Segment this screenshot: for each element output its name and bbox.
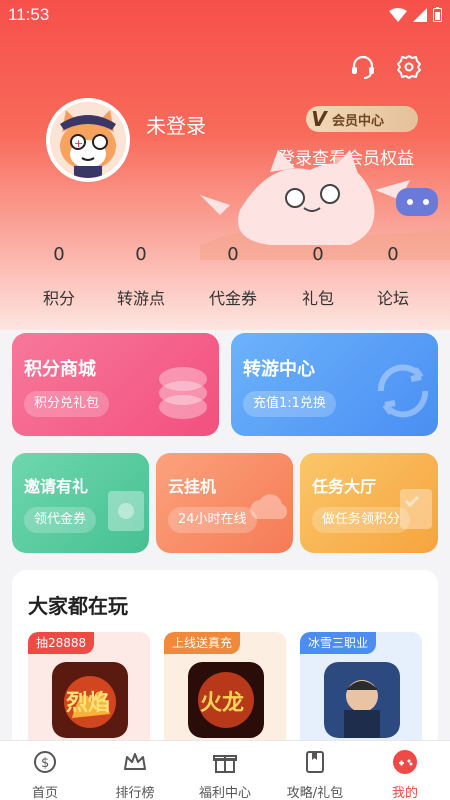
stat-forum-value: 0	[387, 244, 399, 265]
tab-ranking[interactable]: 排行榜	[90, 741, 180, 800]
game-icon-ice-snow	[324, 662, 400, 738]
popular-games-section: 大家都在玩 抽28888 烈焰 上线送真充 火龙 冰雪三职业	[12, 570, 438, 750]
cloud-hangup-card[interactable]: 云挂机 24小时在线	[156, 453, 293, 553]
vip-center-badge[interactable]: V 会员中心	[306, 106, 418, 132]
tab-mine-label: 我的	[391, 786, 418, 800]
profile-game-icon	[393, 750, 417, 774]
gift-icon	[213, 755, 237, 773]
home-coin-icon: $	[34, 751, 56, 773]
game-card[interactable]: 冰雪三职业	[300, 632, 422, 750]
stat-vouchers-value: 0	[227, 244, 239, 265]
cloud-icon	[250, 494, 288, 519]
signal-icon	[413, 7, 427, 22]
svg-text:+: +	[74, 137, 83, 150]
status-time: 11:53	[8, 5, 50, 24]
stat-gifts[interactable]: 0 礼包	[293, 244, 343, 309]
invite-card[interactable]: 邀请有礼 领代金券	[12, 453, 149, 553]
stat-points-value: 0	[53, 244, 65, 265]
svg-text:烈焰: 烈焰	[66, 690, 110, 716]
transfer-center-title: 转游中心	[243, 359, 315, 380]
game-card[interactable]: 抽28888 烈焰	[28, 632, 150, 750]
invite-title: 邀请有礼	[24, 477, 89, 496]
envelope-icon	[108, 491, 144, 531]
task-hall-card[interactable]: 任务大厅 做任务领积分	[300, 453, 438, 553]
stat-forum[interactable]: 0 论坛	[368, 244, 418, 309]
stat-gifts-label: 礼包	[301, 289, 334, 308]
profile-header: 11:53 + 未登录 V 会员中心 0 积分 0 转游点 0 代金券 0 礼包…	[0, 0, 450, 330]
tab-home-label: 首页	[31, 786, 58, 800]
stat-forum-label: 论坛	[376, 289, 409, 308]
task-hall-title: 任务大厅	[312, 477, 377, 496]
svg-text:$: $	[41, 756, 49, 771]
invite-subtitle: 领代金券	[24, 507, 97, 533]
game-icon-fire: 烈焰	[52, 662, 128, 738]
vip-v-icon: V	[311, 107, 327, 131]
stat-transfer-value: 0	[135, 244, 147, 265]
tab-guides-label: 攻略/礼包	[286, 786, 344, 800]
cloud-hangup-title: 云挂机	[168, 477, 217, 496]
cloud-hangup-subtitle: 24小时在线	[168, 507, 257, 533]
popular-games-title: 大家都在玩	[28, 594, 128, 618]
stat-transfer-label: 转游点	[116, 289, 165, 308]
customer-service-icon[interactable]	[350, 54, 376, 80]
game-tag: 抽28888	[28, 632, 95, 654]
stat-transfer-points[interactable]: 0 转游点	[106, 244, 176, 309]
points-mall-card[interactable]: 积分商城 积分兑礼包	[12, 333, 219, 436]
game-tag: 冰雪三职业	[300, 632, 377, 654]
exchange-arrows-icon	[377, 364, 429, 418]
game-tag: 上线送真充	[164, 632, 241, 654]
avatar[interactable]: +	[46, 98, 130, 182]
tab-home[interactable]: $ 首页	[0, 741, 90, 800]
bottom-tab-bar: $ 首页 排行榜 福利中心 攻略/礼包 我的	[0, 740, 450, 800]
points-mall-subtitle: 积分兑礼包	[24, 391, 110, 417]
coins-icon	[159, 367, 207, 419]
game-icon-fire-dragon: 火龙	[188, 662, 264, 738]
vip-center-label: 会员中心	[332, 113, 385, 129]
stat-points-label: 积分	[42, 289, 75, 308]
tab-ranking-label: 排行榜	[115, 786, 155, 800]
stat-gifts-value: 0	[312, 244, 324, 265]
game-card[interactable]: 上线送真充 火龙	[164, 632, 286, 750]
stat-vouchers[interactable]: 0 代金券	[198, 244, 268, 309]
transfer-center-subtitle: 充值1:1兑换	[243, 391, 336, 417]
wifi-icon	[389, 7, 407, 22]
username[interactable]: 未登录	[146, 110, 206, 139]
points-mall-title: 积分商城	[24, 359, 96, 380]
stat-vouchers-label: 代金券	[208, 289, 257, 308]
cat-avatar-icon: +	[50, 102, 126, 178]
tab-welfare-label: 福利中心	[198, 786, 251, 800]
svg-text:火龙: 火龙	[200, 690, 244, 716]
battery-icon	[433, 7, 442, 22]
tab-welfare[interactable]: 福利中心	[180, 741, 270, 800]
task-list-icon	[400, 489, 432, 529]
crown-icon	[124, 753, 146, 770]
tab-mine[interactable]: 我的	[360, 741, 450, 800]
stat-points[interactable]: 0 积分	[34, 244, 84, 309]
transfer-center-card[interactable]: 转游中心 充值1:1兑换	[231, 333, 438, 436]
tab-guides[interactable]: 攻略/礼包	[270, 741, 360, 800]
book-icon	[306, 751, 324, 773]
settings-gear-icon[interactable]	[396, 54, 422, 80]
status-bar: 11:53	[0, 0, 450, 30]
